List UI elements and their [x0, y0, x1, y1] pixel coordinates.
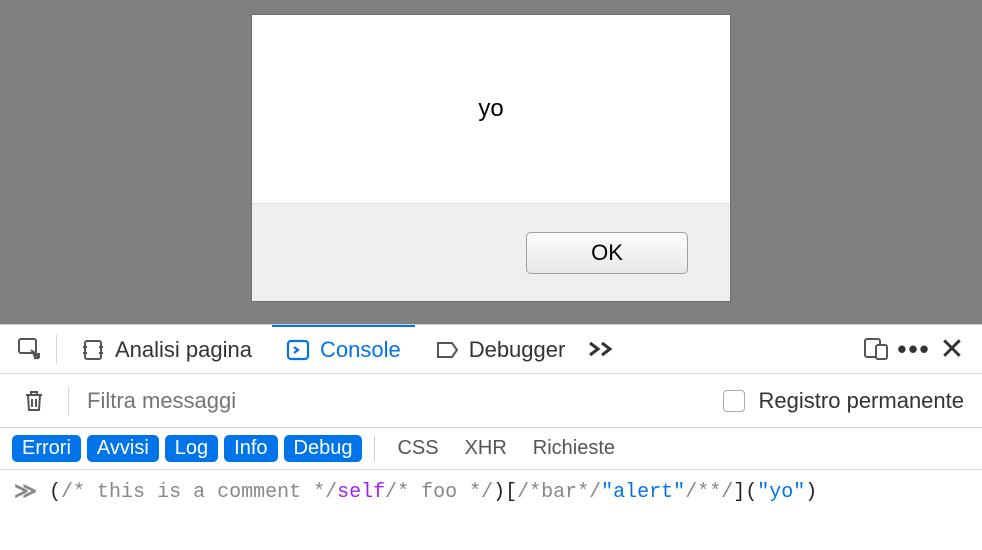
console-icon — [286, 338, 310, 362]
pill-errors[interactable]: Errori — [12, 435, 81, 462]
filter-messages-input[interactable] — [87, 388, 709, 414]
kebab-menu-icon[interactable]: ••• — [898, 333, 930, 365]
tab-inspector-label: Analisi pagina — [115, 337, 252, 363]
tab-debugger[interactable]: Debugger — [421, 325, 580, 373]
divider — [374, 436, 375, 462]
ok-button[interactable]: OK — [526, 232, 688, 274]
divider — [56, 334, 57, 364]
divider — [68, 386, 69, 416]
alert-dialog: yo OK — [251, 14, 731, 302]
persist-log-checkbox[interactable] — [723, 390, 745, 412]
debugger-icon — [435, 338, 459, 362]
alert-message: yo — [252, 15, 730, 203]
pill-requests[interactable]: Richieste — [523, 435, 625, 462]
console-filter-bar: Registro permanente — [0, 374, 982, 428]
element-picker-icon[interactable] — [14, 333, 46, 365]
overflow-tabs-icon[interactable] — [585, 333, 617, 365]
console-input-line[interactable]: ≫ (/* this is a comment */self/* foo */)… — [0, 470, 982, 514]
pill-css[interactable]: CSS — [387, 435, 448, 462]
trash-icon[interactable] — [18, 385, 50, 417]
console-prompt-icon: ≫ — [14, 479, 37, 505]
tab-inspector[interactable]: Analisi pagina — [67, 325, 266, 373]
tab-console-label: Console — [320, 337, 401, 363]
tab-console[interactable]: Console — [272, 325, 415, 373]
pill-xhr[interactable]: XHR — [455, 435, 517, 462]
page-viewport: yo OK — [0, 0, 982, 324]
pill-debug[interactable]: Debug — [284, 435, 363, 462]
persist-log-label: Registro permanente — [759, 388, 964, 414]
responsive-mode-icon[interactable] — [860, 333, 892, 365]
pill-warnings[interactable]: Avvisi — [87, 435, 159, 462]
console-input-code[interactable]: (/* this is a comment */self/* foo */)[/… — [49, 481, 817, 504]
pill-log[interactable]: Log — [165, 435, 218, 462]
inspector-icon — [81, 338, 105, 362]
pill-info[interactable]: Info — [224, 435, 277, 462]
devtools-tabbar: Analisi pagina Console Debugger — [0, 324, 982, 374]
tab-debugger-label: Debugger — [469, 337, 566, 363]
console-category-bar: Errori Avvisi Log Info Debug CSS XHR Ric… — [0, 428, 982, 470]
close-devtools-icon[interactable]: ✕ — [936, 333, 968, 365]
alert-footer: OK — [252, 203, 730, 301]
